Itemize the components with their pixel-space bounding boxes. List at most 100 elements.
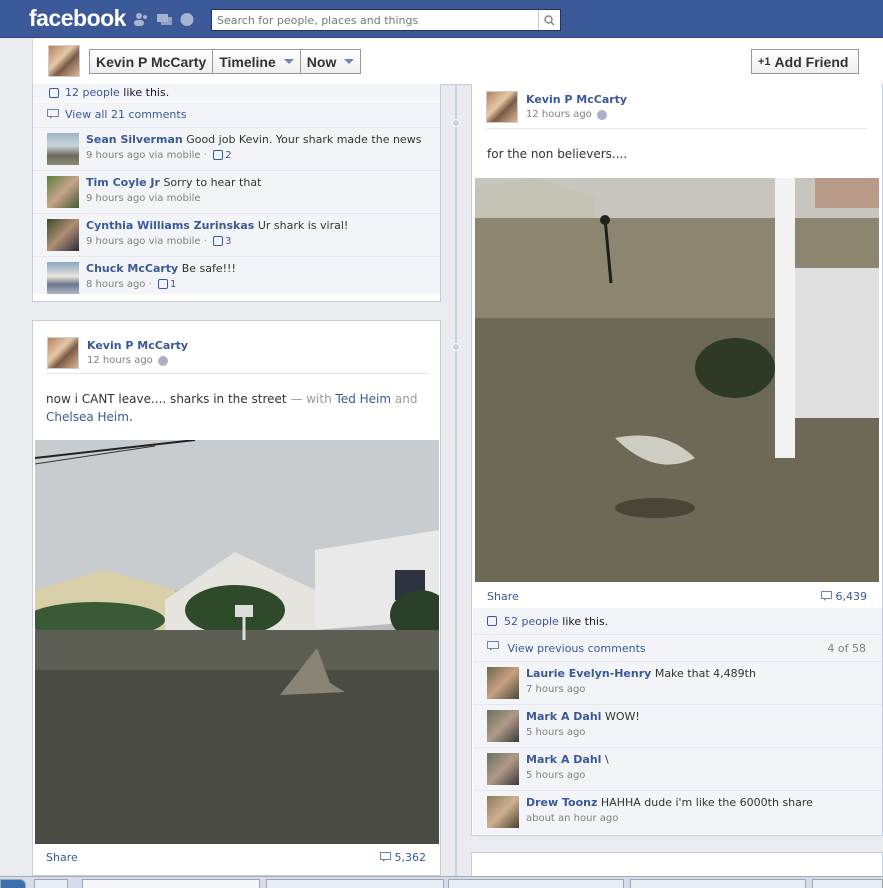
public-globe-icon	[157, 355, 168, 366]
commenter-avatar[interactable]	[487, 710, 519, 742]
left-shark-post-card: Kevin P McCarty 12 hours ago now i CANT …	[32, 320, 441, 876]
add-friend-label: Add Friend	[774, 53, 849, 70]
comment-icon	[487, 641, 499, 651]
commenter-name[interactable]: Laurie Evelyn-Henry	[526, 667, 651, 680]
commenter-name[interactable]: Mark A Dahl	[526, 753, 601, 766]
timeline-header: Kevin P McCarty Timeline Now +1 Add Frie…	[32, 38, 883, 85]
now-dropdown[interactable]: Now	[299, 49, 362, 74]
commenter-avatar[interactable]	[47, 219, 79, 251]
comment-meta: about an hour ago	[526, 813, 619, 824]
comment-meta: 7 hours ago	[526, 684, 586, 695]
post-message: for the non believers....	[487, 145, 872, 163]
like-icon[interactable]	[213, 236, 224, 246]
like-icon	[487, 616, 497, 626]
chevron-down-icon	[344, 59, 355, 64]
messages-icon[interactable]	[156, 12, 173, 27]
comment-item: Cynthia Williams Zurinskas Ur shark is v…	[33, 214, 440, 257]
tagged-friend-link[interactable]: Chelsea Heim	[46, 410, 129, 424]
comment-meta: 9 hours ago via mobile	[86, 150, 201, 161]
share-link[interactable]: Share	[487, 590, 519, 603]
share-link[interactable]: Share	[46, 851, 78, 864]
taskbar-window[interactable]	[812, 879, 883, 888]
taskbar-window[interactable]	[630, 879, 806, 888]
commenter-name[interactable]: Tim Coyle Jr	[86, 176, 160, 189]
timeline-dot	[452, 119, 460, 127]
taskbar-window[interactable]	[266, 879, 444, 888]
post-author-name[interactable]: Kevin P McCarty	[526, 93, 627, 106]
taskbar-app[interactable]	[34, 879, 68, 888]
public-globe-icon	[596, 109, 607, 120]
profile-avatar[interactable]	[48, 45, 80, 77]
commenter-avatar[interactable]	[47, 176, 79, 208]
likes-count-link[interactable]: 12 people	[65, 86, 120, 99]
post-timestamp[interactable]: 12 hours ago	[87, 355, 153, 366]
commenter-avatar[interactable]	[487, 667, 519, 699]
timeline-label: Timeline	[219, 53, 276, 70]
like-icon[interactable]	[213, 150, 224, 160]
share-row: Share 6,439	[487, 590, 867, 603]
likes-count-link[interactable]: 52 people	[504, 615, 559, 628]
comment-like-count[interactable]: 2	[225, 150, 231, 161]
search-input[interactable]	[212, 10, 536, 30]
jewel-notifications	[133, 12, 196, 27]
add-friend-icon: +1	[758, 55, 771, 68]
comment-text: Ur shark is viral!	[257, 219, 349, 232]
post-header: Kevin P McCarty 12 hours ago	[486, 91, 627, 123]
notifications-globe-icon[interactable]	[179, 12, 196, 27]
commenter-name[interactable]: Chuck McCarty	[86, 262, 178, 275]
shark-street-photo[interactable]	[35, 440, 439, 844]
comment-text: Sorry to hear that	[163, 176, 262, 189]
tagged-friend-link[interactable]: Ted Heim	[336, 392, 392, 406]
post-timestamp[interactable]: 12 hours ago	[526, 109, 592, 120]
share-count-icon	[379, 852, 391, 862]
commenter-avatar[interactable]	[47, 262, 79, 294]
comment-text: WOW!	[604, 710, 640, 723]
now-label: Now	[306, 53, 337, 70]
taskbar-window[interactable]	[448, 879, 624, 888]
post-header: Kevin P McCarty 12 hours ago	[47, 337, 188, 369]
search-button[interactable]	[538, 10, 560, 30]
profile-name-label: Kevin P McCarty	[96, 53, 207, 70]
commenter-avatar[interactable]	[47, 133, 79, 165]
timeline-dot	[452, 343, 460, 351]
comment-text: Be safe!!!	[181, 262, 236, 275]
top-bar: facebook	[0, 0, 883, 38]
author-avatar[interactable]	[486, 91, 518, 123]
timeline-dropdown[interactable]: Timeline	[212, 49, 301, 74]
comment-like-count[interactable]: 3	[225, 236, 231, 247]
commenter-avatar[interactable]	[487, 796, 519, 828]
post-message: now i CANT leave.... sharks in the stree…	[46, 392, 418, 424]
comment-text: Good job Kevin. Your shark made the news	[186, 133, 422, 146]
view-previous-comments-link[interactable]: View previous comments	[508, 642, 646, 655]
add-friend-button[interactable]: +1 Add Friend	[751, 49, 860, 74]
timeline-nav: Kevin P McCarty Timeline Now	[89, 49, 362, 74]
friend-requests-icon[interactable]	[133, 12, 150, 27]
comment-item: Mark A Dahl WOW! 5 hours ago	[473, 705, 882, 748]
photo-illustration	[475, 178, 879, 582]
share-row: Share 5,362	[46, 851, 426, 864]
commenter-name[interactable]: Drew Toonz	[526, 796, 597, 809]
with-label: — with	[290, 392, 332, 406]
likes-row: 52 people like this.	[473, 608, 882, 635]
comment-like-count[interactable]: 1	[170, 279, 176, 290]
commenter-name[interactable]: Cynthia Williams Zurinskas	[86, 219, 254, 232]
commenter-name[interactable]: Sean Silverman	[86, 133, 183, 146]
share-count[interactable]: 5,362	[395, 851, 427, 864]
comments-pager: 4 of 58	[827, 641, 866, 655]
start-button[interactable]	[0, 879, 26, 888]
commenter-avatar[interactable]	[487, 753, 519, 785]
commenter-name[interactable]: Mark A Dahl	[526, 710, 601, 723]
share-count[interactable]: 6,439	[836, 590, 868, 603]
author-avatar[interactable]	[47, 337, 79, 369]
profile-name-button[interactable]: Kevin P McCarty	[89, 49, 214, 74]
header-divider	[46, 373, 428, 374]
view-all-comments-link[interactable]: View all 21 comments	[65, 108, 186, 121]
like-icon[interactable]	[157, 279, 168, 289]
post-author-name[interactable]: Kevin P McCarty	[87, 339, 188, 352]
shark-flood-photo[interactable]	[475, 178, 879, 582]
comment-text: \	[604, 753, 609, 766]
comment-meta: 9 hours ago via mobile	[86, 236, 201, 247]
taskbar-window[interactable]	[82, 879, 260, 888]
facebook-logo[interactable]: facebook	[29, 5, 126, 32]
share-count-icon	[820, 591, 832, 601]
